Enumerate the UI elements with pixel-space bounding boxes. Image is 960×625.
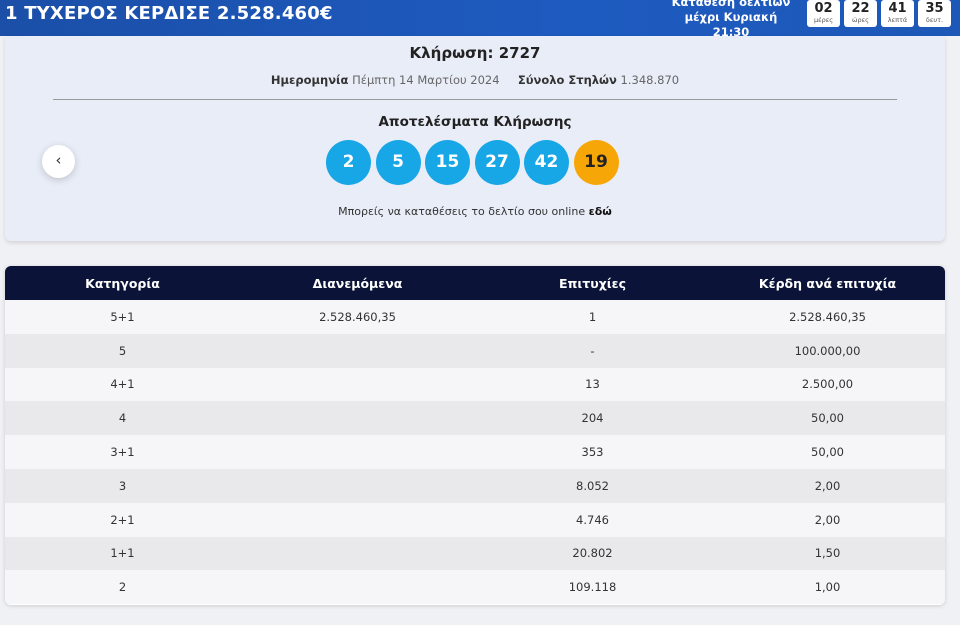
cell-category: 5+1	[110, 309, 135, 324]
table-header-row: Κατηγορία Διανεμόμενα Επιτυχίες Κέρδη αν…	[5, 266, 945, 300]
cell-category: 5	[118, 343, 127, 358]
cell-distributed	[240, 435, 475, 469]
cell-distributed	[240, 401, 475, 435]
cell-category: 4	[118, 411, 127, 426]
online-link[interactable]: εδώ	[589, 205, 612, 218]
columns-label: Σύνολο Στηλών	[517, 73, 617, 87]
countdown-hours: 22 ώρες	[844, 0, 877, 27]
cell-distributed	[240, 469, 475, 503]
cell-winners: -	[590, 343, 595, 358]
cell-distributed: 2.528.460,35	[319, 309, 396, 324]
countdown-days-unit: μέρες	[813, 16, 834, 24]
number-ball: 5	[375, 140, 421, 185]
cell-category: 2+1	[110, 512, 135, 527]
cell-prize: 50,00	[811, 411, 844, 426]
countdown-hours-unit: ώρες	[852, 16, 869, 24]
number-ball: 27	[474, 140, 520, 185]
deadline-text: Κατάθεση δελτίων μέχρι Κυριακή 21:30	[666, 0, 796, 40]
cell-prize: 100.000,00	[794, 343, 861, 358]
table-row: 1+1 20.802 1,50	[5, 536, 945, 571]
countdown-seconds-unit: δευτ.	[925, 16, 944, 24]
cell-distributed	[240, 334, 475, 368]
number-ball: 15	[425, 140, 470, 185]
number-ball: 42	[524, 140, 569, 185]
countdown-minutes-unit: λεπτά	[887, 16, 908, 24]
cell-winners: 1	[588, 309, 597, 324]
previous-draw-button[interactable]: ‹	[42, 145, 75, 178]
countdown-hours-value: 22	[851, 1, 870, 16]
date-label: Ημερομηνία	[270, 73, 349, 87]
countdown-minutes: 41 λεπτά	[881, 0, 914, 27]
cell-winners: 353	[581, 445, 604, 460]
cell-winners: 13	[585, 377, 600, 392]
cell-distributed	[240, 503, 475, 537]
cell-category: 4+1	[110, 377, 135, 392]
deadline-line-1: Κατάθεση δελτίων	[671, 0, 791, 9]
cell-prize: 2.500,00	[801, 377, 854, 392]
prize-table-container: Κατηγορία Διανεμόμενα Επιτυχίες Κέρδη αν…	[5, 266, 945, 605]
online-note: Μπορείς να καταθέσεις το δελτίο σου onli…	[5, 205, 945, 218]
header-category: Κατηγορία	[85, 275, 160, 291]
cell-prize: 2,00	[814, 512, 841, 527]
cell-prize: 1,50	[814, 546, 841, 561]
cell-distributed	[240, 537, 475, 571]
table-row: 4+1 13 2.500,00	[5, 367, 945, 402]
winner-banner-title: 1 ΤΥΧΕΡΟΣ ΚΕΡΔΙΣΕ 2.528.460€	[5, 3, 333, 24]
cell-category: 2	[118, 580, 127, 595]
chevron-left-icon: ‹	[55, 151, 62, 169]
countdown-seconds: 35 δευτ.	[918, 0, 951, 27]
countdown-days-value: 02	[814, 1, 833, 16]
top-banner: 1 ΤΥΧΕΡΟΣ ΚΕΡΔΙΣΕ 2.528.460€ Κατάθεση δε…	[0, 0, 960, 39]
results-title: Αποτελέσματα Κλήρωσης	[378, 114, 572, 130]
online-note-text: Μπορείς να καταθέσεις το δελτίο σου onli…	[338, 205, 586, 218]
header-winners: Επιτυχίες	[558, 275, 627, 291]
cell-prize: 1,00	[814, 580, 841, 595]
cell-category: 3+1	[110, 445, 135, 460]
draw-meta: Ημερομηνία Πέμπτη 14 Μαρτίου 2024 Σύνολο…	[5, 73, 945, 87]
draw-title: Κλήρωση: 2727	[409, 44, 541, 62]
date-value: Πέμπτη 14 Μαρτίου 2024	[352, 73, 500, 87]
cell-winners: 4.746	[576, 512, 609, 527]
prize-table: Κατηγορία Διανεμόμενα Επιτυχίες Κέρδη αν…	[5, 266, 945, 605]
cell-winners: 109.118	[568, 580, 617, 595]
countdown-seconds-value: 35	[925, 1, 944, 16]
number-ball: 2	[326, 140, 371, 185]
draw-results-card: Κλήρωση: 2727 Ημερομηνία Πέμπτη 14 Μαρτί…	[5, 36, 945, 241]
countdown-days: 02 μέρες	[807, 0, 840, 27]
cell-winners: 20.802	[572, 546, 613, 561]
header-distributed: Διανεμόμενα	[312, 275, 403, 291]
cell-prize: 50,00	[811, 445, 844, 460]
joker-ball: 19	[573, 140, 619, 185]
table-row: 5 - 100.000,00	[5, 333, 945, 368]
cell-prize: 2.528.460,35	[789, 309, 866, 324]
cell-winners: 8.052	[576, 478, 609, 493]
cell-prize: 2,00	[814, 478, 841, 493]
table-row: 2 109.118 1,00	[5, 570, 945, 605]
countdown-minutes-value: 41	[888, 1, 907, 16]
cell-distributed	[240, 570, 475, 604]
table-row: 2+1 4.746 2,00	[5, 502, 945, 537]
cell-category: 1+1	[110, 546, 135, 561]
cell-category: 3	[118, 478, 127, 493]
table-row: 3+1 353 50,00	[5, 435, 945, 469]
divider	[53, 99, 897, 100]
columns-value: 1.348.870	[620, 73, 680, 87]
table-row: 4 204 50,00	[5, 401, 945, 436]
cell-winners: 204	[581, 411, 604, 426]
table-row: 5+1 2.528.460,35 1 2.528.460,35	[5, 300, 945, 334]
header-prize-per-winner: Κέρδη ανά επιτυχία	[758, 275, 897, 291]
table-row: 3 8.052 2,00	[5, 468, 945, 503]
cell-distributed	[240, 368, 475, 402]
